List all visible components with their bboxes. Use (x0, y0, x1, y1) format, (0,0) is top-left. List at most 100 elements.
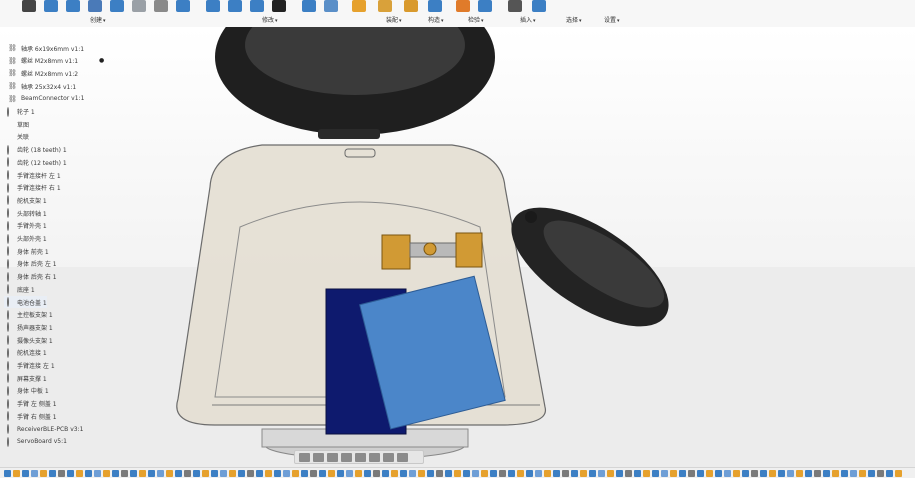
timeline-feature-icon[interactable] (247, 469, 254, 477)
timeline-feature-icon[interactable] (193, 469, 200, 477)
tree-item[interactable]: 扬声器支架 1 (4, 321, 53, 333)
preferences-icon[interactable] (532, 0, 546, 12)
joint-icon[interactable] (302, 0, 316, 12)
timeline-feature-icon[interactable] (400, 469, 407, 477)
tree-item[interactable]: 电池仓盖 1 (4, 296, 47, 308)
timeline-feature-icon[interactable] (742, 469, 749, 477)
timeline-feature-icon[interactable] (463, 469, 470, 477)
box-icon[interactable] (110, 0, 124, 12)
timeline-feature-icon[interactable] (535, 469, 542, 477)
toolbar-group-3[interactable]: 构造▾ (428, 15, 444, 24)
tree-item[interactable]: 底座 1 (4, 283, 35, 295)
tree-item[interactable]: 屏幕支撑 1 (4, 372, 47, 384)
timeline-feature-icon[interactable] (436, 469, 443, 477)
timeline-feature-icon[interactable] (751, 469, 758, 477)
tree-item[interactable]: ⛓ 螺丝 M2x8mm v1:1 (8, 55, 78, 67)
tree-item[interactable]: 草图 (4, 118, 29, 130)
timeline-feature-icon[interactable] (643, 469, 650, 477)
timeline-feature-icon[interactable] (877, 469, 884, 477)
timeline-feature-icon[interactable] (508, 469, 515, 477)
timeline-feature-icon[interactable] (895, 469, 902, 477)
tree-item[interactable]: ⛓ 轴承 6x19x6mm v1:1 (8, 42, 84, 54)
timeline-feature-icon[interactable] (760, 469, 767, 477)
axis-icon[interactable] (378, 0, 392, 12)
timeline-feature-icon[interactable] (220, 469, 227, 477)
timeline-feature-icon[interactable] (211, 469, 218, 477)
timeline-feature-icon[interactable] (76, 469, 83, 477)
interference-icon[interactable] (428, 0, 442, 12)
display-settings-icon[interactable] (369, 452, 380, 462)
timeline-feature-icon[interactable] (805, 469, 812, 477)
timeline-feature-icon[interactable] (103, 469, 110, 477)
timeline-feature-icon[interactable] (427, 469, 434, 477)
timeline-feature-icon[interactable] (418, 469, 425, 477)
shell-icon[interactable] (176, 0, 190, 12)
timeline-feature-icon[interactable] (274, 469, 281, 477)
fillet-icon[interactable] (132, 0, 146, 12)
timeline-feature-icon[interactable] (373, 469, 380, 477)
timeline-feature-icon[interactable] (202, 469, 209, 477)
tree-item[interactable]: 摄像头支架 1 (4, 334, 53, 346)
insert-derive-icon[interactable] (456, 0, 470, 12)
select-icon[interactable] (508, 0, 522, 12)
timeline-feature-icon[interactable] (841, 469, 848, 477)
timeline-feature-icon[interactable] (229, 469, 236, 477)
tree-item[interactable]: 头部转轴 1 (4, 207, 47, 219)
timeline-feature-icon[interactable] (346, 469, 353, 477)
timeline-feature-icon[interactable] (733, 469, 740, 477)
tree-item[interactable]: 手臂连接 左 1 (4, 360, 55, 372)
timeline-feature-icon[interactable] (175, 469, 182, 477)
timeline-feature-icon[interactable] (283, 469, 290, 477)
hole-icon[interactable] (88, 0, 102, 12)
timeline-feature-icon[interactable] (139, 469, 146, 477)
toolbar-group-4[interactable]: 检验▾ (468, 15, 484, 24)
timeline-feature-icon[interactable] (679, 469, 686, 477)
timeline-feature-icon[interactable] (382, 469, 389, 477)
timeline-feature-icon[interactable] (319, 469, 326, 477)
timeline-feature-icon[interactable] (148, 469, 155, 477)
timeline-feature-icon[interactable] (85, 469, 92, 477)
timeline-feature-icon[interactable] (688, 469, 695, 477)
tree-item[interactable]: ServoBoard v5:1 (4, 436, 67, 448)
timeline-feature-icon[interactable] (94, 469, 101, 477)
timeline-feature-icon[interactable] (607, 469, 614, 477)
tree-item[interactable]: 轮子 1 (4, 106, 35, 118)
move-icon[interactable] (272, 0, 286, 12)
timeline-feature-icon[interactable] (472, 469, 479, 477)
toolbar-group-7[interactable]: 设置▾ (604, 15, 620, 24)
timeline-feature-icon[interactable] (22, 469, 29, 477)
grid-icon[interactable] (383, 452, 394, 462)
timeline-feature-icon[interactable] (634, 469, 641, 477)
timeline-feature-icon[interactable] (337, 469, 344, 477)
tree-item[interactable]: ⛓ 螺丝 M2x8mm v1:2 (8, 67, 78, 79)
timeline-feature-icon[interactable] (652, 469, 659, 477)
timeline-feature-icon[interactable] (292, 469, 299, 477)
pin-icon[interactable]: ● (99, 57, 104, 64)
timeline-feature-icon[interactable] (616, 469, 623, 477)
tree-item[interactable]: 舵机连接 1 (4, 347, 47, 359)
timeline-feature-icon[interactable] (661, 469, 668, 477)
zoom-icon[interactable] (341, 452, 352, 462)
timeline-feature-icon[interactable] (166, 469, 173, 477)
timeline-feature-icon[interactable] (715, 469, 722, 477)
timeline-feature-icon[interactable] (355, 469, 362, 477)
timeline-feature-icon[interactable] (40, 469, 47, 477)
timeline-feature-icon[interactable] (787, 469, 794, 477)
timeline-feature-icon[interactable] (130, 469, 137, 477)
timeline-feature-icon[interactable] (859, 469, 866, 477)
toolbar-group-0[interactable]: 创建▾ (90, 15, 106, 24)
fit-icon[interactable] (355, 452, 366, 462)
sketch-icon[interactable] (22, 0, 36, 12)
timeline-feature-icon[interactable] (58, 469, 65, 477)
timeline-feature-icon[interactable] (553, 469, 560, 477)
tree-item[interactable]: ⛓ 轴承 25x32x4 v1:1 (8, 80, 76, 92)
timeline-feature-icon[interactable] (769, 469, 776, 477)
look-at-icon[interactable] (327, 452, 338, 462)
timeline-feature-icon[interactable] (121, 469, 128, 477)
pan-icon[interactable] (313, 452, 324, 462)
timeline-feature-icon[interactable] (697, 469, 704, 477)
tree-item[interactable]: 手臂 右 侧盖 1 (4, 410, 57, 422)
timeline-feature-icon[interactable] (265, 469, 272, 477)
timeline-feature-icon[interactable] (4, 469, 11, 477)
tree-item[interactable]: 齿轮 (18 teeth) 1 (4, 144, 67, 156)
